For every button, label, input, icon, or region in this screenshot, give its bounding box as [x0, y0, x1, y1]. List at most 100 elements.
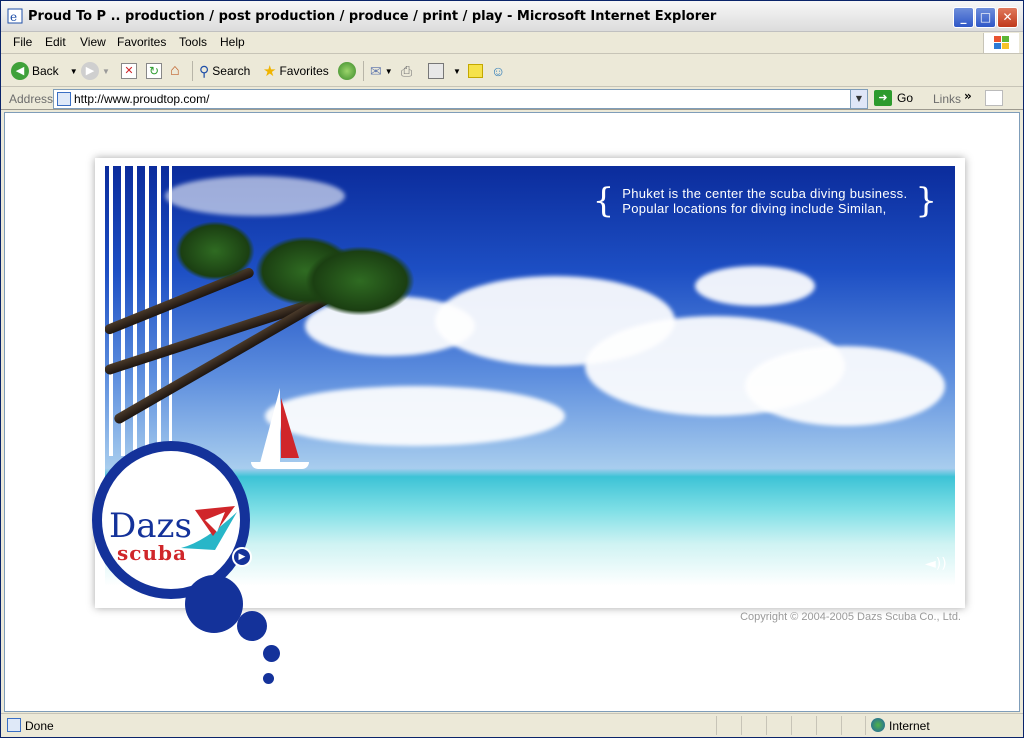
note-icon [468, 64, 483, 78]
stripe [169, 166, 172, 456]
menu-file[interactable]: File [13, 35, 32, 49]
mail-icon: ✉ [370, 62, 382, 79]
chevron-down-icon: ▼ [453, 66, 461, 76]
menu-bar: File Edit View Favorites Tools Help [1, 32, 1023, 54]
right-brace-icon: } [915, 181, 937, 221]
chevron-down-icon: ▼ [69, 66, 78, 76]
favorites-button[interactable]: ★ Favorites [263, 60, 329, 82]
windows-flag-icon [983, 33, 1019, 53]
sailboat-sail [260, 388, 280, 463]
sailboat-red-sail [281, 398, 299, 458]
links-label[interactable]: Links [933, 92, 961, 106]
chevron-right-icon[interactable]: » [964, 89, 972, 103]
status-text: Done [25, 719, 54, 733]
title-bar: e Proud To P .. production / post produc… [1, 1, 1023, 32]
stop-button[interactable]: ✕ [121, 60, 137, 82]
security-zone-text: Internet [889, 719, 930, 733]
edit-page-icon [428, 63, 444, 79]
page-icon [57, 92, 71, 106]
status-pane [791, 716, 792, 735]
go-arrow-icon: ➜ [874, 90, 892, 106]
menu-edit[interactable]: Edit [45, 35, 66, 49]
messenger-icon: ☺ [491, 63, 506, 79]
go-label: Go [897, 91, 914, 105]
status-pane [716, 716, 717, 735]
search-label: Search [212, 64, 251, 78]
toolbar-separator [363, 61, 364, 81]
toolbar: ◀ Back ▼ ▶ ▼ ✕ ↻ ⌂ ⚲ Search ★ Favorites [1, 55, 1023, 87]
discuss-button[interactable] [468, 60, 483, 82]
cloud [745, 346, 945, 426]
cloud [165, 176, 345, 216]
quote-line: Popular locations for diving include Sim… [622, 201, 887, 216]
cloud [695, 266, 815, 306]
search-button[interactable]: ⚲ Search [199, 60, 250, 82]
back-arrow-icon: ◀ [11, 62, 29, 80]
sailboat-hull [251, 462, 309, 469]
search-icon: ⚲ [199, 62, 210, 79]
print-button[interactable]: ⎙ [401, 60, 412, 82]
chevron-down-icon: ▼ [384, 66, 393, 76]
menu-view[interactable]: View [80, 35, 106, 49]
edit-button[interactable]: ▼ [428, 60, 461, 82]
copyright-text: Copyright © 2004-2005 Dazs Scuba Co., Lt… [740, 611, 961, 623]
page-viewport: { Phuket is the center the scuba diving … [4, 112, 1020, 712]
bubble-decoration [237, 611, 267, 641]
ie-icon: e [7, 8, 23, 24]
toolbar-separator [192, 61, 193, 81]
menu-tools[interactable]: Tools [179, 35, 207, 49]
forward-button[interactable]: ▶ ▼ [81, 60, 110, 82]
left-brace-icon: { [592, 181, 615, 221]
status-pane [865, 716, 866, 735]
maximize-button[interactable]: □ [975, 7, 996, 28]
refresh-button[interactable]: ↻ [146, 60, 162, 82]
stripe [109, 166, 113, 456]
bubble-decoration [185, 575, 243, 633]
palm-leaves [175, 221, 255, 281]
status-pane [816, 716, 817, 735]
globe-icon [871, 718, 885, 732]
refresh-icon: ↻ [146, 63, 162, 79]
browser-window: e Proud To P .. production / post produc… [0, 0, 1024, 738]
home-button[interactable]: ⌂ [170, 60, 180, 82]
address-bar: Address ▼ ➜ Go Links » [1, 88, 1023, 110]
quote-text: Phuket is the center the scuba diving bu… [622, 186, 907, 216]
enter-site-button[interactable]: ▶ [232, 547, 252, 567]
menu-help[interactable]: Help [220, 35, 245, 49]
svg-text:e: e [10, 10, 17, 24]
page-icon [7, 718, 21, 732]
back-button[interactable]: ◀ Back ▼ [11, 60, 78, 82]
address-dropdown-button[interactable]: ▼ [850, 90, 867, 108]
menu-favorites[interactable]: Favorites [117, 35, 166, 49]
history-button[interactable] [338, 60, 356, 82]
bubble-decoration [263, 645, 280, 662]
palm-leaves [305, 246, 415, 316]
close-button[interactable]: ✕ [997, 7, 1018, 28]
cloud [265, 386, 565, 446]
intro-quote: { Phuket is the center the scuba diving … [593, 184, 937, 218]
mail-button[interactable]: ✉ ▼ [370, 60, 393, 82]
chevron-down-icon: ▼ [102, 66, 110, 76]
status-pane [741, 716, 742, 735]
star-icon: ★ [263, 63, 277, 80]
back-label: Back [32, 64, 59, 78]
address-box: ▼ [53, 89, 868, 109]
address-label: Address [9, 92, 54, 106]
quote-line: Phuket is the center the scuba diving bu… [622, 186, 908, 201]
window-title: Proud To P .. production / post producti… [28, 9, 717, 24]
status-pane [766, 716, 767, 735]
status-pane [841, 716, 842, 735]
bubble-decoration [263, 673, 274, 684]
go-button[interactable]: ➜ Go [874, 90, 913, 106]
favorites-label: Favorites [279, 64, 329, 78]
forward-arrow-icon: ▶ [81, 62, 99, 80]
messenger-button[interactable]: ☺ [491, 60, 505, 82]
printer-icon: ⎙ [401, 62, 413, 79]
extension-icon[interactable] [985, 90, 1003, 106]
status-bar: Done Internet [1, 713, 1023, 737]
address-input[interactable] [74, 91, 844, 107]
stop-icon: ✕ [121, 63, 137, 79]
minimize-button[interactable]: _ [953, 7, 974, 28]
sound-toggle-icon[interactable]: ◄)) [925, 556, 947, 572]
history-icon [338, 62, 356, 80]
